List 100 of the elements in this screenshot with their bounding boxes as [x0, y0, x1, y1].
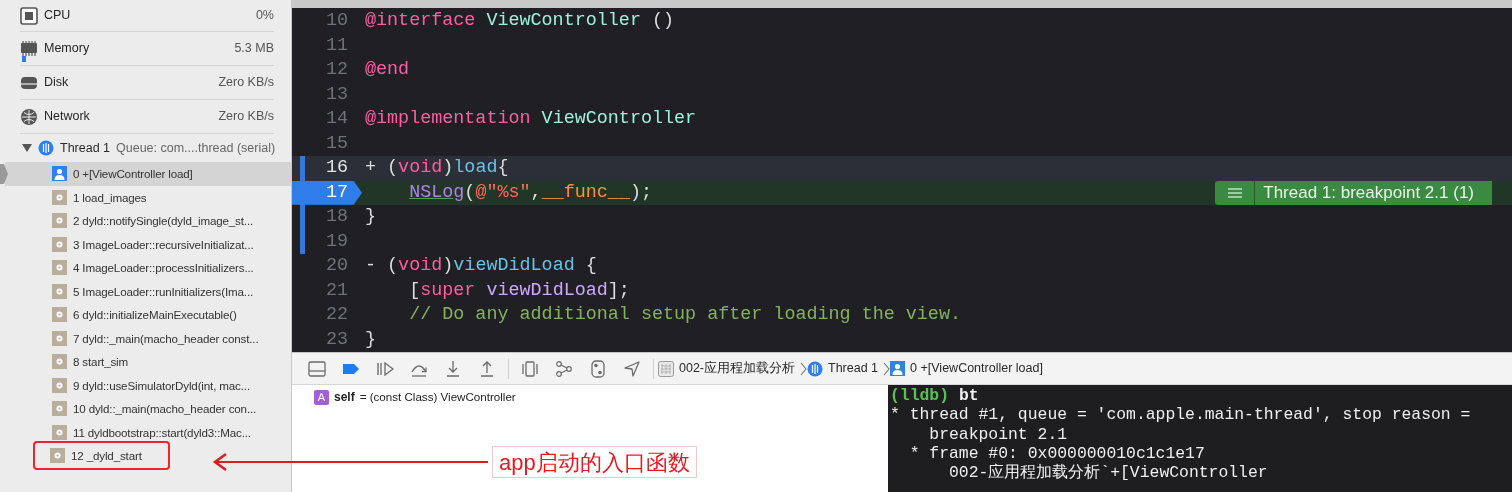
line-number: 16: [325, 156, 348, 181]
thread-queue: Queue: com....thread (serial): [116, 139, 276, 157]
gear-icon: [52, 189, 67, 205]
gauge-label: Disk: [44, 74, 69, 92]
frame-label: 11 dyldbootstrap::start(dyld3::Mac...: [73, 424, 251, 441]
stack-frame-row[interactable]: 1 load_images: [0, 185, 291, 209]
line-number: 15: [325, 131, 348, 156]
step-into-icon: [444, 359, 462, 378]
frame-label: 2 dyld::notifySingle(dyld_image_st...: [73, 213, 254, 230]
variable-value: = (const Class) ViewController: [359, 389, 516, 406]
stack-frame-row[interactable]: 8 start_sim: [0, 350, 291, 374]
console-output: * frame #0: 0x000000010c1c1e17: [908, 443, 1206, 463]
stack-frame-row[interactable]: 0 +[ViewController load]: [5, 162, 291, 186]
chevron-icon: [883, 361, 891, 376]
variable-badge: A: [314, 389, 329, 405]
line-number: 18: [325, 205, 348, 230]
gear-icon: [52, 283, 67, 299]
menu-icon: [1227, 187, 1242, 198]
toggle-switch-icon: [589, 359, 607, 378]
frame-label: 7 dyld::_main(macho_header const...: [73, 330, 259, 347]
frame-label: 9 dyld::useSimulatorDyld(int, mac...: [73, 377, 250, 394]
grid-icon: [658, 360, 674, 377]
code-line: }: [364, 205, 377, 230]
breakpoint-marker[interactable]: 17: [292, 180, 362, 205]
stack-frame-row[interactable]: 3 ImageLoader::recursiveInitializat...: [0, 232, 291, 256]
stack-frame-row[interactable]: 11 dyldbootstrap::start(dyld3::Mac...: [0, 420, 291, 444]
breadcrumb-item[interactable]: Thread 1: [807, 359, 879, 378]
console-output: * thread #1, queue = 'com.apple.main-thread', stop reason =: [890, 405, 1472, 425]
breakpoint-annotation: Thread 1: breakpoint 2.1 (1): [1255, 180, 1492, 205]
variable-name: self: [334, 389, 355, 406]
line-number: 13: [325, 82, 348, 107]
step-out-icon: [478, 359, 496, 378]
code-line: @end: [364, 58, 410, 83]
gauge-label: Memory: [44, 40, 90, 58]
frame-label: 6 dyld::initializeMainExecutable(): [73, 307, 237, 324]
console-output: breakpoint 2.1: [928, 424, 1069, 444]
frame-label: 5 ImageLoader::runInitializers(Ima...: [73, 283, 254, 300]
location-arrow-icon: [623, 359, 641, 378]
code-line: NSLog(@"%s",__func__);: [408, 180, 652, 205]
console-prompt: (lldb): [890, 386, 950, 405]
gauge-value: 5.3 MB: [234, 40, 274, 58]
frame-label: 3 ImageLoader::recursiveInitializat...: [73, 236, 254, 253]
stack-frame-row[interactable]: 4 ImageLoader::processInitializers...: [0, 256, 291, 280]
annotation-menu-button[interactable]: [1215, 180, 1256, 205]
code-line: @interface ViewController (): [364, 9, 675, 34]
line-number: 23: [325, 327, 348, 352]
code-line: // Do any additional setup after loading the view.: [408, 303, 961, 328]
gear-icon: [52, 330, 67, 346]
gear-icon: [52, 307, 67, 323]
graph-icon: [555, 359, 573, 378]
current-frame-marker-icon: [0, 164, 8, 184]
line-number: 22: [325, 303, 348, 328]
gauge-value: Zero KB/s: [218, 74, 274, 92]
console-command: bt: [958, 386, 979, 405]
chevron-icon: [800, 361, 808, 376]
gear-icon: [52, 377, 67, 393]
gauge-value: Zero KB/s: [218, 108, 274, 126]
gear-icon: [52, 424, 67, 440]
line-number: 19: [325, 229, 348, 254]
code-line: [super viewDidLoad];: [408, 278, 630, 303]
callout-label: app启动的入口函数: [492, 446, 697, 478]
code-line: - (void)viewDidLoad {: [364, 254, 597, 279]
layers-icon: [521, 359, 539, 378]
line-number: 21: [325, 278, 348, 303]
memory-chip-icon: [20, 39, 38, 58]
frame-label: 10 dyld::_main(macho_header con...: [73, 401, 257, 418]
stack-frame-row[interactable]: 10 dyld::_main(macho_header con...: [0, 397, 291, 421]
stack-frame-row[interactable]: 6 dyld::initializeMainExecutable(): [0, 303, 291, 327]
gear-icon: [52, 236, 67, 252]
stack-frame-row[interactable]: 9 dyld::useSimulatorDyld(int, mac...: [0, 373, 291, 397]
frame-label: 4 ImageLoader::processInitializers...: [73, 260, 254, 277]
console-output: 002-应用程加载分析`+[ViewController: [948, 463, 1269, 483]
code-line: + (void)load{: [364, 156, 509, 181]
line-number: 10: [325, 9, 348, 34]
frame-label: 1 load_images: [73, 189, 147, 206]
breadcrumb-item[interactable]: 002-应用程加载分析: [658, 359, 796, 378]
gauge-label: CPU: [44, 7, 71, 25]
line-number: 14: [325, 107, 348, 132]
thread-icon: [38, 140, 54, 156]
stack-frame-row[interactable]: 12 _dyld_start: [0, 444, 291, 468]
line-number: 20: [325, 254, 348, 279]
stack-frame-row[interactable]: 5 ImageLoader::runInitializers(Ima...: [0, 279, 291, 303]
stack-frame-row[interactable]: 7 dyld::_main(macho_header const...: [0, 326, 291, 350]
continue-icon: [376, 359, 394, 378]
code-line: @implementation ViewController: [364, 107, 697, 132]
stack-frame-row[interactable]: 2 dyld::notifySingle(dyld_image_st...: [0, 209, 291, 233]
globe-icon: [20, 107, 38, 126]
thread-label: Thread 1: [60, 139, 111, 157]
disclosure-triangle-icon[interactable]: [22, 143, 32, 153]
panel-toggle-icon: [308, 359, 326, 378]
breadcrumb-item[interactable]: 0 +[ViewController load]: [890, 359, 1043, 378]
frame-label: 0 +[ViewController load]: [73, 166, 193, 183]
gear-icon: [52, 401, 67, 417]
gear-icon: [52, 213, 67, 229]
person-icon: [890, 361, 906, 376]
gear-icon: [52, 260, 67, 276]
thread-icon: [807, 360, 824, 377]
gauge-label: Network: [44, 108, 90, 126]
gear-icon: [52, 354, 67, 370]
line-number: 12: [325, 58, 348, 83]
